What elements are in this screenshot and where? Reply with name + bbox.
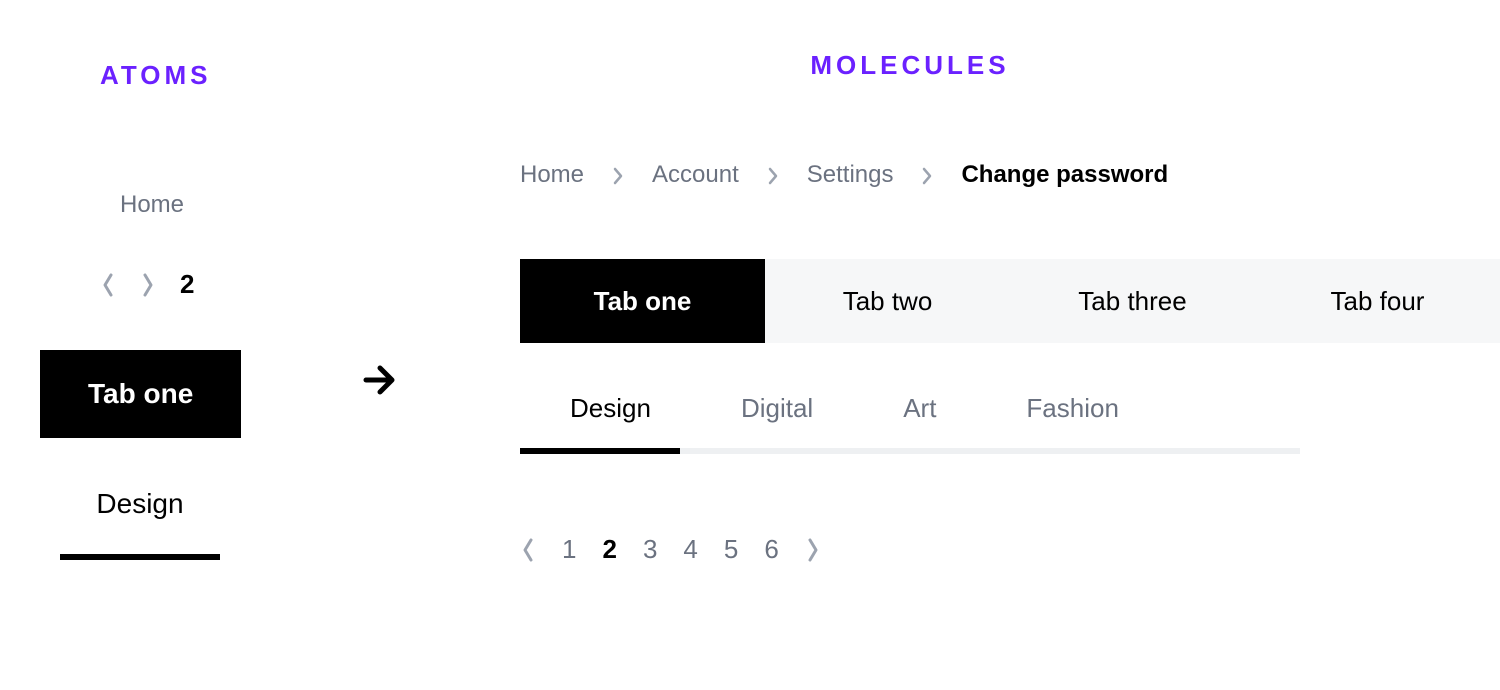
underline-track [520,448,1300,454]
page-3[interactable]: 3 [643,534,657,565]
underline-tab-art[interactable]: Art [903,393,936,424]
atom-underline-tab-label: Design [90,488,189,554]
pagination: 1 2 3 4 5 6 [520,534,821,565]
chevron-right-icon[interactable] [140,271,156,299]
breadcrumb-item[interactable]: Settings [807,161,894,189]
atoms-heading: ATOMS [100,60,211,91]
breadcrumb-item[interactable]: Home [520,161,584,189]
molecules-heading: MOLECULES [810,50,1009,81]
underline-tab-design[interactable]: Design [570,393,651,424]
breadcrumb: Home Account Settings Change password [520,161,1168,189]
page-6[interactable]: 6 [764,534,778,565]
tab-four[interactable]: Tab four [1255,259,1500,343]
atom-pagination: 2 [100,269,194,300]
page-5[interactable]: 5 [724,534,738,565]
atoms-column: ATOMS Home 2 Tab one Design [0,0,320,690]
chevron-right-icon [612,165,624,185]
chevron-right-icon[interactable] [805,536,821,564]
breadcrumb-current: Change password [961,161,1168,189]
pill-tabs: Tab one Tab two Tab three Tab four [520,259,1500,343]
tab-two[interactable]: Tab two [765,259,1010,343]
breadcrumb-item[interactable]: Account [652,161,739,189]
page-1[interactable]: 1 [562,534,576,565]
tab-one[interactable]: Tab one [520,259,765,343]
arrow-right-icon [360,360,400,400]
atom-pagination-current[interactable]: 2 [180,269,194,300]
chevron-right-icon [767,165,779,185]
tab-three[interactable]: Tab three [1010,259,1255,343]
underline-tab-digital[interactable]: Digital [741,393,813,424]
underline-tab-fashion[interactable]: Fashion [1026,393,1119,424]
chevron-left-icon[interactable] [520,536,536,564]
chevron-right-icon [921,165,933,185]
atom-underline-tab[interactable]: Design [60,488,220,560]
underline-indicator [520,448,680,454]
combine-arrow-column [320,0,440,690]
atom-tab-pill[interactable]: Tab one [40,350,241,438]
atom-breadcrumb-item[interactable]: Home [120,191,184,219]
atom-underline-indicator [60,554,220,560]
chevron-left-icon[interactable] [100,271,116,299]
underline-tabs: Design Digital Art Fashion [520,393,1300,454]
page-2[interactable]: 2 [602,534,616,565]
page-4[interactable]: 4 [683,534,697,565]
molecules-column: MOLECULES Home Account Settings Change p… [440,0,1500,690]
